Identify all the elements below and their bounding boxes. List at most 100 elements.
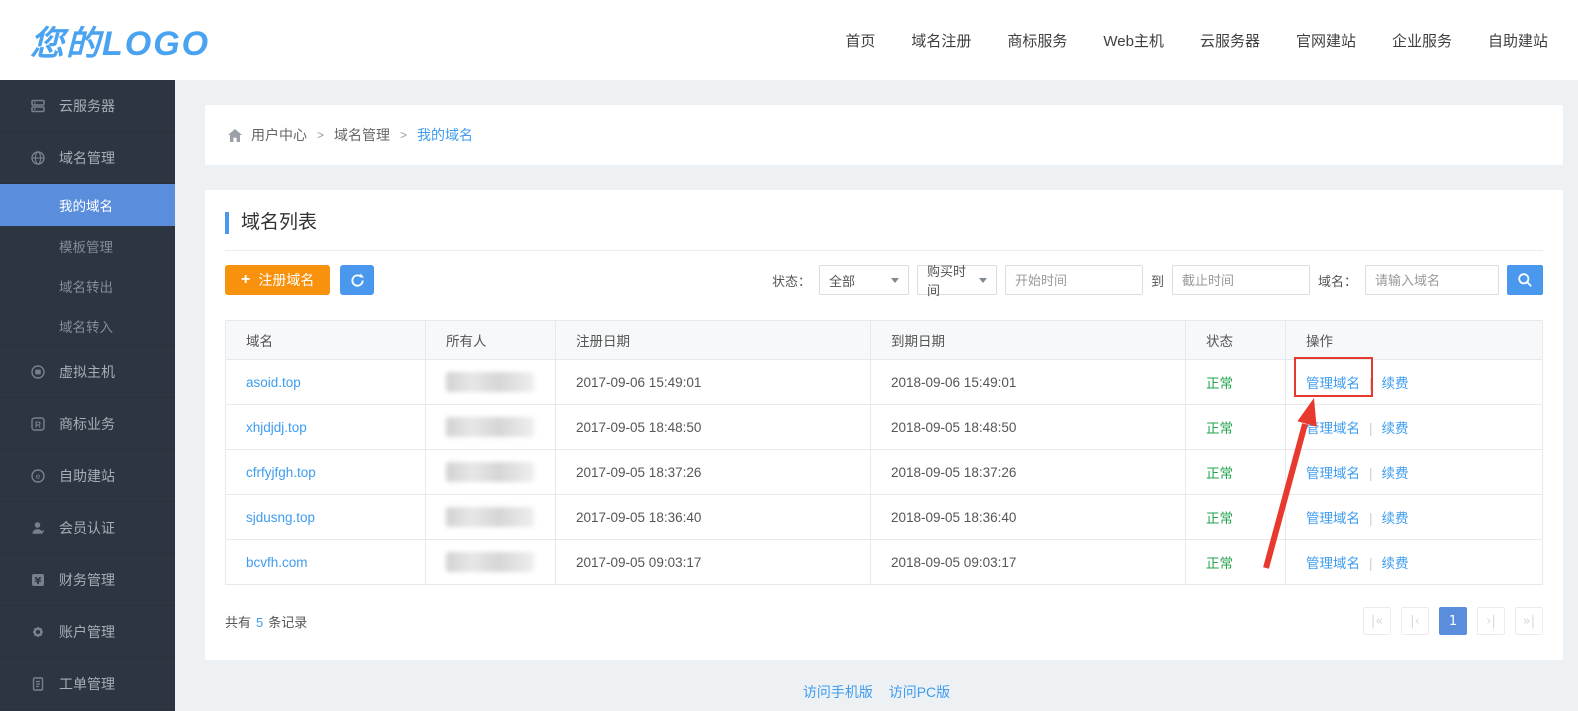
breadcrumb: 用户中心 > 域名管理 > 我的域名 bbox=[205, 105, 1563, 165]
record-count-value: 5 bbox=[256, 615, 263, 630]
sidebar-subitem-template-management[interactable]: 模板管理 bbox=[0, 226, 175, 266]
svg-text:R: R bbox=[35, 419, 41, 429]
action-separator: | bbox=[1369, 556, 1373, 571]
sidebar-item-finance-management[interactable]: ¥ 财务管理 bbox=[0, 554, 175, 606]
panel-title-row: 域名列表 bbox=[225, 210, 1543, 251]
sidebar: 云服务器 域名管理 我的域名 模板管理 域名转出 域名转入 虚拟主机 bbox=[0, 80, 175, 711]
search-button[interactable] bbox=[1507, 265, 1543, 295]
table-row: xhjdjdj.top 2017-09-05 18:48:50 2018-09-… bbox=[226, 405, 1543, 450]
nav-self-service-site[interactable]: 自助建站 bbox=[1488, 30, 1548, 51]
nav-home[interactable]: 首页 bbox=[845, 30, 875, 51]
sidebar-item-self-service-site[interactable]: e 自助建站 bbox=[0, 450, 175, 502]
sidebar-item-virtual-hosting[interactable]: 虚拟主机 bbox=[0, 346, 175, 398]
manage-domain-link[interactable]: 管理域名 bbox=[1306, 466, 1360, 481]
owner-redacted bbox=[446, 462, 534, 482]
owner-redacted bbox=[446, 552, 534, 572]
refresh-button[interactable] bbox=[340, 265, 374, 295]
sidebar-item-label: 云服务器 bbox=[59, 96, 115, 116]
expiry-date: 2018-09-05 18:37:26 bbox=[891, 465, 1016, 480]
sidebar-subitem-label: 域名转出 bbox=[59, 276, 113, 296]
manage-domain-link[interactable]: 管理域名 bbox=[1306, 421, 1360, 436]
sidebar-item-account-management[interactable]: 账户管理 bbox=[0, 606, 175, 658]
renew-link[interactable]: 续费 bbox=[1382, 421, 1409, 436]
sidebar-subitem-label: 域名转入 bbox=[59, 316, 113, 336]
manage-domain-link[interactable]: 管理域名 bbox=[1306, 511, 1360, 526]
register-domain-button[interactable]: + 注册域名 bbox=[225, 265, 330, 295]
domain-link[interactable]: xhjdjdj.top bbox=[246, 420, 307, 435]
sidebar-item-label: 虚拟主机 bbox=[59, 362, 115, 382]
page-title: 域名列表 bbox=[225, 212, 1543, 234]
manage-domain-link[interactable]: 管理域名 bbox=[1306, 376, 1360, 391]
renew-link[interactable]: 续费 bbox=[1382, 466, 1409, 481]
pagination-last-button[interactable]: »| bbox=[1515, 607, 1543, 635]
table-row: asoid.top 2017-09-06 15:49:01 2018-09-06… bbox=[226, 360, 1543, 405]
sidebar-item-ticket-management[interactable]: 工单管理 bbox=[0, 658, 175, 710]
domain-link[interactable]: asoid.top bbox=[246, 375, 301, 390]
domain-link[interactable]: cfrfyjfgh.top bbox=[246, 465, 316, 480]
record-count-prefix: 共有 bbox=[225, 615, 251, 630]
sidebar-item-domain-management[interactable]: 域名管理 bbox=[0, 132, 175, 184]
pagination-first-button[interactable]: |« bbox=[1363, 607, 1391, 635]
hosting-icon bbox=[30, 364, 46, 380]
ticket-icon bbox=[30, 676, 46, 692]
sidebar-item-label: 账户管理 bbox=[59, 622, 115, 642]
nav-domain-register[interactable]: 域名注册 bbox=[911, 30, 971, 51]
status-select[interactable]: 全部 bbox=[819, 265, 909, 295]
column-header-owner: 所有人 bbox=[426, 321, 556, 360]
gear-icon bbox=[30, 624, 46, 640]
pagination-page-1-button[interactable]: 1 bbox=[1439, 607, 1467, 635]
status-badge: 正常 bbox=[1206, 466, 1233, 481]
sidebar-subitem-my-domains[interactable]: 我的域名 bbox=[0, 184, 175, 226]
manage-domain-link[interactable]: 管理域名 bbox=[1306, 556, 1360, 571]
domain-link[interactable]: sjdusng.top bbox=[246, 510, 315, 525]
renew-link[interactable]: 续费 bbox=[1382, 376, 1409, 391]
end-date-input[interactable] bbox=[1172, 265, 1310, 295]
breadcrumb-user-center[interactable]: 用户中心 bbox=[251, 125, 307, 145]
sidebar-item-cloud-server[interactable]: 云服务器 bbox=[0, 80, 175, 132]
page: 您的LOGO 首页 域名注册 商标服务 Web主机 云服务器 官网建站 企业服务… bbox=[0, 0, 1578, 711]
sidebar-item-label: 财务管理 bbox=[59, 570, 115, 590]
column-header-status: 状态 bbox=[1186, 321, 1286, 360]
status-select-value: 全部 bbox=[829, 271, 855, 290]
nav-cloud-server[interactable]: 云服务器 bbox=[1200, 30, 1260, 51]
domain-link[interactable]: bcvfh.com bbox=[246, 555, 308, 570]
start-date-input[interactable] bbox=[1005, 265, 1143, 295]
sidebar-subitem-domain-transfer-out[interactable]: 域名转出 bbox=[0, 266, 175, 306]
nav-trademark-service[interactable]: 商标服务 bbox=[1007, 30, 1067, 51]
time-type-select[interactable]: 购买时间 bbox=[917, 265, 997, 295]
table-row: sjdusng.top 2017-09-05 18:36:40 2018-09-… bbox=[226, 495, 1543, 540]
expiry-date: 2018-09-06 15:49:01 bbox=[891, 375, 1016, 390]
renew-link[interactable]: 续费 bbox=[1382, 556, 1409, 571]
pagination-prev-button[interactable]: |‹ bbox=[1401, 607, 1429, 635]
nav-enterprise-service[interactable]: 企业服务 bbox=[1392, 30, 1452, 51]
domain-search-input[interactable] bbox=[1365, 265, 1499, 295]
site-footer: 访问手机版 访问PC版 bbox=[175, 682, 1578, 702]
column-header-domain: 域名 bbox=[226, 321, 426, 360]
registered-date: 2017-09-05 09:03:17 bbox=[576, 555, 701, 570]
pc-version-link[interactable]: 访问PC版 bbox=[889, 684, 950, 700]
breadcrumb-domain-management[interactable]: 域名管理 bbox=[334, 125, 390, 145]
sidebar-item-trademark-business[interactable]: R 商标业务 bbox=[0, 398, 175, 450]
pagination-next-button[interactable]: ›| bbox=[1477, 607, 1505, 635]
table-footer: 共有5条记录 |« |‹ 1 ›| »| bbox=[225, 607, 1543, 635]
nav-web-hosting[interactable]: Web主机 bbox=[1103, 30, 1164, 51]
sidebar-subitem-domain-transfer-in[interactable]: 域名转入 bbox=[0, 306, 175, 346]
chevron-down-icon bbox=[891, 278, 899, 283]
toolbar: + 注册域名 状态： 全部 购买时间 bbox=[225, 265, 1543, 295]
sidebar-subitem-label: 模板管理 bbox=[59, 236, 113, 256]
sidebar-item-label: 自助建站 bbox=[59, 466, 115, 486]
renew-link[interactable]: 续费 bbox=[1382, 511, 1409, 526]
registered-trademark-icon: R bbox=[30, 416, 46, 432]
owner-redacted bbox=[446, 417, 534, 437]
home-icon bbox=[227, 128, 243, 143]
nav-website-building[interactable]: 官网建站 bbox=[1296, 30, 1356, 51]
sidebar-item-label: 商标业务 bbox=[59, 414, 115, 434]
action-separator: | bbox=[1369, 511, 1373, 526]
svg-text:¥: ¥ bbox=[35, 576, 42, 587]
column-header-registered: 注册日期 bbox=[556, 321, 871, 360]
sidebar-item-label: 会员认证 bbox=[59, 518, 115, 538]
breadcrumb-separator: > bbox=[400, 128, 407, 142]
chevron-down-icon bbox=[979, 278, 987, 283]
sidebar-item-member-verification[interactable]: 会员认证 bbox=[0, 502, 175, 554]
mobile-version-link[interactable]: 访问手机版 bbox=[803, 684, 873, 700]
